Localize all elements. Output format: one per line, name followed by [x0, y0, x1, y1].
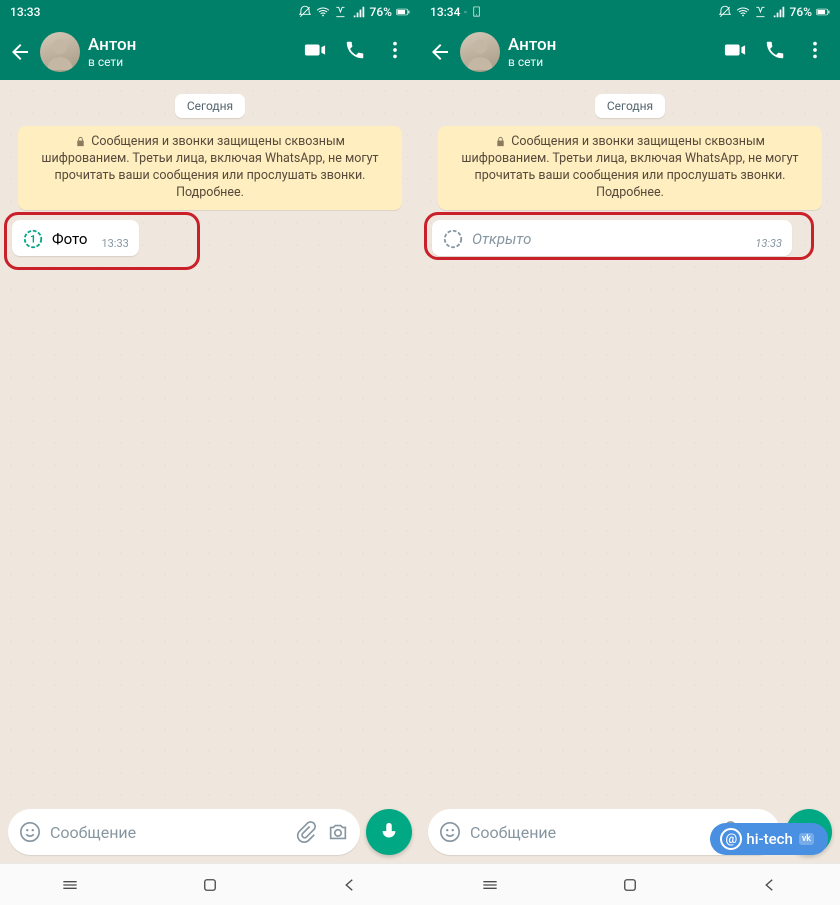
message-row: Открыто 13:33 [432, 220, 828, 256]
phone-icon [764, 39, 786, 61]
message-text: Открыто [472, 230, 531, 248]
video-icon [304, 39, 326, 61]
system-nav-bar [0, 863, 420, 905]
view-once-message[interactable]: 1 Фото 13:33 [12, 220, 139, 256]
back-button[interactable] [8, 40, 32, 64]
back-button[interactable] [428, 40, 452, 64]
input-bar: Сообщение [0, 803, 420, 863]
lock-icon [75, 136, 86, 147]
emoji-icon [439, 821, 461, 843]
mute-icon [298, 5, 312, 19]
message-time: 13:33 [101, 237, 128, 250]
svg-text:1: 1 [30, 234, 36, 245]
input-placeholder: Сообщение [50, 823, 286, 842]
emoji-icon [19, 821, 41, 843]
message-time: 13:33 [755, 237, 782, 250]
date-pill: Сегодня [595, 94, 665, 118]
status-bar: 13:34 76% [420, 0, 840, 24]
screen-left: 13:33 76% Антон в сети Сего [0, 0, 420, 905]
camera-icon [327, 821, 349, 843]
encryption-text: Сообщения и звонки защищены сквозным шиф… [41, 134, 378, 200]
volte-icon [334, 5, 348, 19]
signal-icon [772, 5, 786, 19]
screen-right: 13:34 76% Антон в сети [420, 0, 840, 905]
status-bar: 13:33 76% [0, 0, 420, 24]
contact-name: Антон [88, 35, 296, 55]
nav-home[interactable] [199, 874, 221, 896]
nav-back[interactable] [339, 874, 361, 896]
message-input[interactable]: Сообщение [8, 809, 360, 855]
status-time: 13:34 [430, 5, 460, 19]
contact-info[interactable]: Антон в сети [88, 35, 296, 70]
mute-icon [718, 5, 732, 19]
message-row: 1 Фото 13:33 [12, 220, 408, 256]
video-call-button[interactable] [724, 39, 746, 65]
nav-back[interactable] [759, 874, 781, 896]
arrow-left-icon [428, 40, 452, 64]
wifi-icon [316, 5, 330, 19]
paperclip-icon [295, 821, 317, 843]
video-call-button[interactable] [304, 39, 326, 65]
encryption-text: Сообщения и звонки защищены сквозным шиф… [461, 134, 798, 200]
phone-small-icon [471, 6, 482, 17]
avatar[interactable] [460, 32, 500, 72]
signal-icon [352, 5, 366, 19]
wifi-icon [736, 5, 750, 19]
nav-recents[interactable] [479, 874, 501, 896]
battery-text: 76% [790, 5, 812, 19]
camera-button[interactable] [326, 820, 350, 844]
phone-icon [344, 39, 366, 61]
watermark-text: hi-tech [746, 830, 792, 848]
more-button[interactable] [384, 39, 406, 65]
image-small-icon [464, 5, 467, 19]
video-icon [724, 39, 746, 61]
chat-header: Антон в сети [0, 24, 420, 80]
more-vert-icon [804, 39, 826, 61]
date-pill: Сегодня [175, 94, 245, 118]
attach-button[interactable] [294, 820, 318, 844]
battery-icon [816, 5, 830, 19]
voice-call-button[interactable] [764, 39, 786, 65]
encryption-notice[interactable]: Сообщения и звонки защищены сквозным шиф… [438, 126, 822, 210]
status-time: 13:33 [10, 5, 40, 19]
at-icon: @ [720, 828, 742, 850]
battery-text: 76% [370, 5, 392, 19]
mic-icon [378, 821, 400, 843]
emoji-button[interactable] [438, 820, 462, 844]
chat-header: Антон в сети [420, 24, 840, 80]
message-text: Фото [52, 230, 87, 248]
contact-info[interactable]: Антон в сети [508, 35, 716, 70]
mic-button[interactable] [366, 809, 412, 855]
watermark: @ hi-tech vk [710, 823, 828, 855]
nav-recents[interactable] [59, 874, 81, 896]
lock-icon [495, 136, 506, 147]
more-button[interactable] [804, 39, 826, 65]
chat-body[interactable]: Сегодня Сообщения и звонки защищены скво… [420, 80, 840, 803]
battery-icon [396, 5, 410, 19]
avatar[interactable] [40, 32, 80, 72]
view-once-icon: 1 [22, 228, 44, 250]
contact-name: Антон [508, 35, 716, 55]
emoji-button[interactable] [18, 820, 42, 844]
contact-status: в сети [508, 55, 716, 69]
view-once-opened-message[interactable]: Открыто 13:33 [432, 220, 792, 256]
more-vert-icon [384, 39, 406, 61]
view-once-opened-icon [442, 228, 464, 250]
volte-icon [754, 5, 768, 19]
chat-body[interactable]: Сегодня Сообщения и звонки защищены скво… [0, 80, 420, 803]
input-placeholder: Сообщение [470, 823, 706, 842]
voice-call-button[interactable] [344, 39, 366, 65]
arrow-left-icon [8, 40, 32, 64]
contact-status: в сети [88, 55, 296, 69]
nav-home[interactable] [619, 874, 641, 896]
encryption-notice[interactable]: Сообщения и звонки защищены сквозным шиф… [18, 126, 402, 210]
vk-badge: vk [799, 833, 814, 845]
system-nav-bar [420, 863, 840, 905]
